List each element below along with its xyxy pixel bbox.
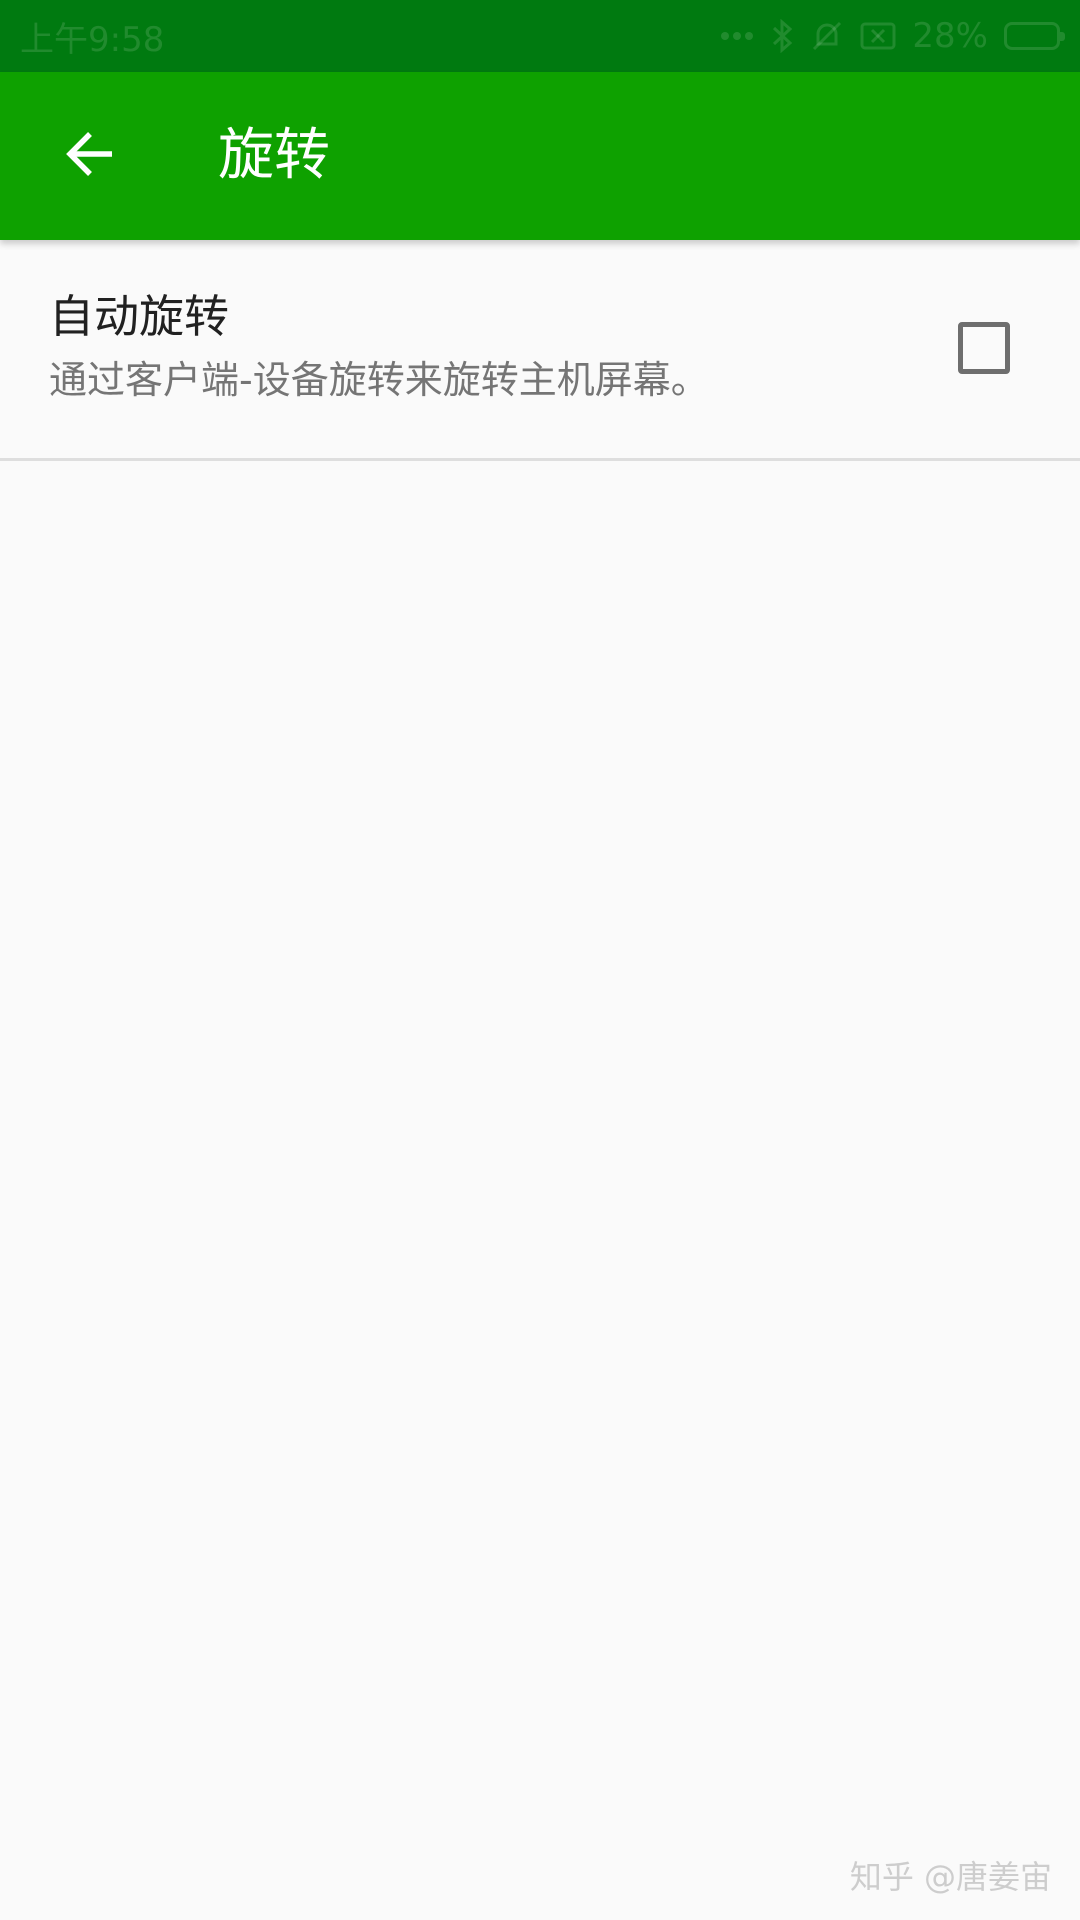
page-title: 旋转	[218, 123, 330, 188]
app-bar: 旋转	[0, 72, 1080, 240]
divider	[0, 458, 1080, 461]
status-bar: 上午9:58 28%	[0, 0, 1080, 72]
watermark: 知乎 @唐姜宙	[849, 1858, 1052, 1896]
auto-rotate-preference[interactable]: 自动旋转 通过客户端-设备旋转来旋转主机屏幕。	[0, 240, 1080, 458]
status-time: 上午9:58	[20, 19, 165, 60]
sim-disabled-icon	[860, 21, 896, 51]
battery-charging-icon	[1004, 22, 1065, 50]
preference-title: 自动旋转	[49, 290, 230, 343]
preference-summary: 通过客户端-设备旋转来旋转主机屏幕。	[49, 358, 709, 402]
more-dots-icon	[720, 31, 754, 41]
bluetooth-icon	[770, 19, 794, 53]
auto-rotate-checkbox[interactable]	[958, 322, 1010, 374]
back-button[interactable]	[44, 110, 136, 202]
bell-muted-icon	[810, 19, 844, 53]
arrow-left-icon	[64, 128, 116, 184]
battery-percent: 28%	[912, 16, 988, 56]
status-icons: 28%	[720, 16, 1065, 56]
